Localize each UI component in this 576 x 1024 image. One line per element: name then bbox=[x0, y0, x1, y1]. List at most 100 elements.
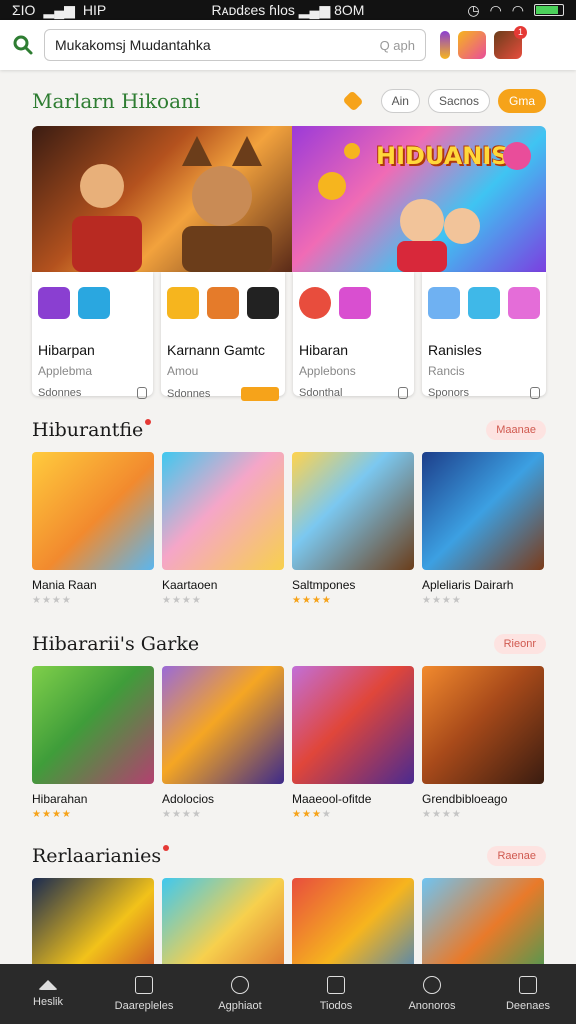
nav-label: Anonoros bbox=[408, 1000, 456, 1012]
game-tile[interactable]: Grendbibloeago ★★★★ bbox=[422, 666, 544, 820]
network-bars-icon: ▂▄▆ bbox=[298, 1, 335, 18]
game-image bbox=[292, 666, 414, 784]
nav-label: Tiodos bbox=[319, 1000, 353, 1012]
section-title: Hiburantfie bbox=[32, 419, 152, 441]
card-thumbs bbox=[428, 284, 540, 322]
game-image bbox=[422, 666, 544, 784]
game-tile[interactable]: Adolocios ★★★★ bbox=[162, 666, 284, 820]
app-thumb-icon bbox=[38, 287, 70, 319]
top-bar: Mukakomsj Mɯdantahka Q aph 1 bbox=[0, 20, 576, 70]
rating-stars: ★★★★ bbox=[162, 595, 202, 606]
section-hibararii-garke: Hibararii's Garke Rieonr Hibarahan ★★★★ A… bbox=[32, 630, 546, 820]
see-more-button[interactable]: Rieonr bbox=[493, 634, 546, 654]
download-icon bbox=[327, 976, 345, 994]
app-thumb-icon bbox=[299, 287, 331, 319]
game-grid: Mania Raan ★★★★ Kaartaoen ★★★★ Saltmpones ★… bbox=[32, 452, 546, 606]
hero-characters-illustration bbox=[72, 136, 272, 272]
section-hiburantfie: Hiburantfie Maanae Mania Raan ★★★★ Kaarta… bbox=[32, 416, 546, 606]
game-title: Hibarahan bbox=[32, 792, 88, 806]
card-sub: Applebma bbox=[38, 364, 93, 378]
card-thumbs bbox=[167, 284, 279, 322]
hero-header: Marlarn Hikoani Ain Sacnos Gma bbox=[32, 84, 546, 118]
app-thumb-icon bbox=[508, 287, 540, 319]
network-text: 8OM bbox=[334, 1, 365, 18]
status-left-text: ΣΙΟ bbox=[12, 2, 36, 18]
card-name: Hibaran bbox=[299, 342, 349, 358]
compass-icon bbox=[231, 976, 249, 994]
app-thumb-icon bbox=[167, 287, 199, 319]
nav-item-stats[interactable]: Anonoros bbox=[384, 964, 480, 1024]
section-title: Rerlaarianies bbox=[32, 845, 170, 867]
rating-stars: ★★★★ bbox=[292, 595, 332, 606]
signal-icon: ▂▄▆ bbox=[43, 1, 75, 18]
game-tile[interactable]: Maaeool-ofitde ★★★★ bbox=[292, 666, 414, 820]
game-tile[interactable]: Mania Raan ★★★★ bbox=[32, 452, 154, 606]
game-title: Kaartaoen bbox=[162, 578, 218, 592]
game-controller-icon[interactable] bbox=[440, 31, 450, 59]
install-pill[interactable] bbox=[241, 387, 279, 401]
game-tile[interactable]: Saltmpones ★★★★ bbox=[292, 452, 414, 606]
hero-card[interactable]: Ranisles Rancis Sponors bbox=[422, 272, 546, 399]
nav-item-profile[interactable]: Deenaes bbox=[480, 964, 576, 1024]
game-tile[interactable]: Kaartaoen ★★★★ bbox=[162, 452, 284, 606]
chart-icon bbox=[519, 976, 537, 994]
hero-card[interactable]: Hibaran Applebons Sdonthal bbox=[293, 272, 414, 399]
game-avatar-icon[interactable]: 1 bbox=[494, 26, 527, 59]
nav-label: Daarepleles bbox=[114, 1000, 174, 1012]
rating-stars: ★★★★ bbox=[32, 809, 72, 820]
dice-app-icon[interactable] bbox=[458, 31, 486, 59]
game-title: Adolocios bbox=[162, 792, 215, 806]
app-thumb-icon bbox=[468, 287, 500, 319]
nav-item-categories[interactable]: Daarepleles bbox=[96, 964, 192, 1024]
new-dot-icon bbox=[145, 419, 152, 425]
game-tile[interactable]: Apleliaris Dairarh ★★★★ bbox=[422, 452, 544, 606]
nav-item-explore[interactable]: Agphiaot bbox=[192, 964, 288, 1024]
chip-gma[interactable]: Gma bbox=[497, 89, 546, 113]
chip-ain[interactable]: Ain bbox=[380, 89, 420, 113]
section-title: Hibararii's Garke bbox=[32, 633, 200, 655]
card-thumbs bbox=[299, 284, 408, 322]
bookmark-icon[interactable] bbox=[530, 387, 540, 399]
game-grid: Hibarahan ★★★★ Adolocios ★★★★ Maaeool-ofit… bbox=[32, 666, 546, 820]
card-sub: Applebons bbox=[299, 364, 356, 378]
card-foot: Sdonnes bbox=[167, 388, 211, 400]
card-name: Ranisles bbox=[428, 342, 482, 358]
game-title: Apleliaris Dairarh bbox=[422, 578, 514, 592]
rating-stars: ★★★★ bbox=[422, 809, 462, 820]
nav-item-downloads[interactable]: Tiodos bbox=[288, 964, 384, 1024]
signal-text: HIP bbox=[82, 2, 107, 18]
game-image bbox=[162, 666, 284, 784]
bookmark-icon[interactable] bbox=[137, 387, 147, 399]
chip-sacnos[interactable]: Sacnos bbox=[427, 89, 490, 113]
search-input[interactable]: Mukakomsj Mɯdantahka Q aph bbox=[44, 29, 426, 61]
search-value: Mukakomsj Mɯdantahka bbox=[55, 37, 211, 53]
bottom-nav: Heslik Daarepleles Agphiaot Tiodos Anono… bbox=[0, 964, 576, 1024]
hero-banner[interactable]: HIDUANIS bbox=[32, 126, 546, 272]
nav-label: Heslik bbox=[33, 996, 63, 1008]
new-dot-icon bbox=[163, 845, 170, 851]
game-title: Mania Raan bbox=[32, 578, 97, 592]
battery-icon bbox=[534, 4, 564, 16]
hero-right-illustration bbox=[318, 142, 531, 272]
hero-card[interactable]: Hibarpan Applebma Sdonnes bbox=[32, 272, 153, 399]
see-more-button[interactable]: Maanae bbox=[486, 420, 546, 440]
hero-banner-art-right: HIDUANIS bbox=[292, 126, 546, 272]
wifi-alt-icon: ◠ bbox=[511, 1, 524, 18]
status-bar: ΣΙΟ ▂▄▆ HIP Rᴀᴅdɛes ɦlos ▂▄▆ 8OM ◷ ◠ ◠ bbox=[0, 0, 576, 20]
card-foot: Sdonthal bbox=[299, 387, 343, 399]
rating-stars: ★★★★ bbox=[292, 809, 332, 820]
hero-card[interactable]: Karnann Gamtc Amou Sdonnes bbox=[161, 272, 285, 401]
game-tile[interactable]: Hibarahan ★★★★ bbox=[32, 666, 154, 820]
bookmark-icon[interactable] bbox=[398, 387, 408, 399]
card-foot: Sdonnes bbox=[38, 387, 82, 399]
game-image bbox=[292, 452, 414, 570]
rating-stars: ★★★★ bbox=[32, 595, 72, 606]
search-icon[interactable] bbox=[12, 34, 34, 56]
hero-title: Marlarn Hikoani bbox=[32, 89, 201, 113]
app-thumb-icon bbox=[78, 287, 110, 319]
app-thumb-icon bbox=[247, 287, 279, 319]
nav-item-home[interactable]: Heslik bbox=[0, 964, 96, 1024]
see-more-button[interactable]: Raenae bbox=[487, 846, 546, 866]
gauge-icon bbox=[423, 976, 441, 994]
hero-banner-art-left bbox=[32, 126, 292, 272]
